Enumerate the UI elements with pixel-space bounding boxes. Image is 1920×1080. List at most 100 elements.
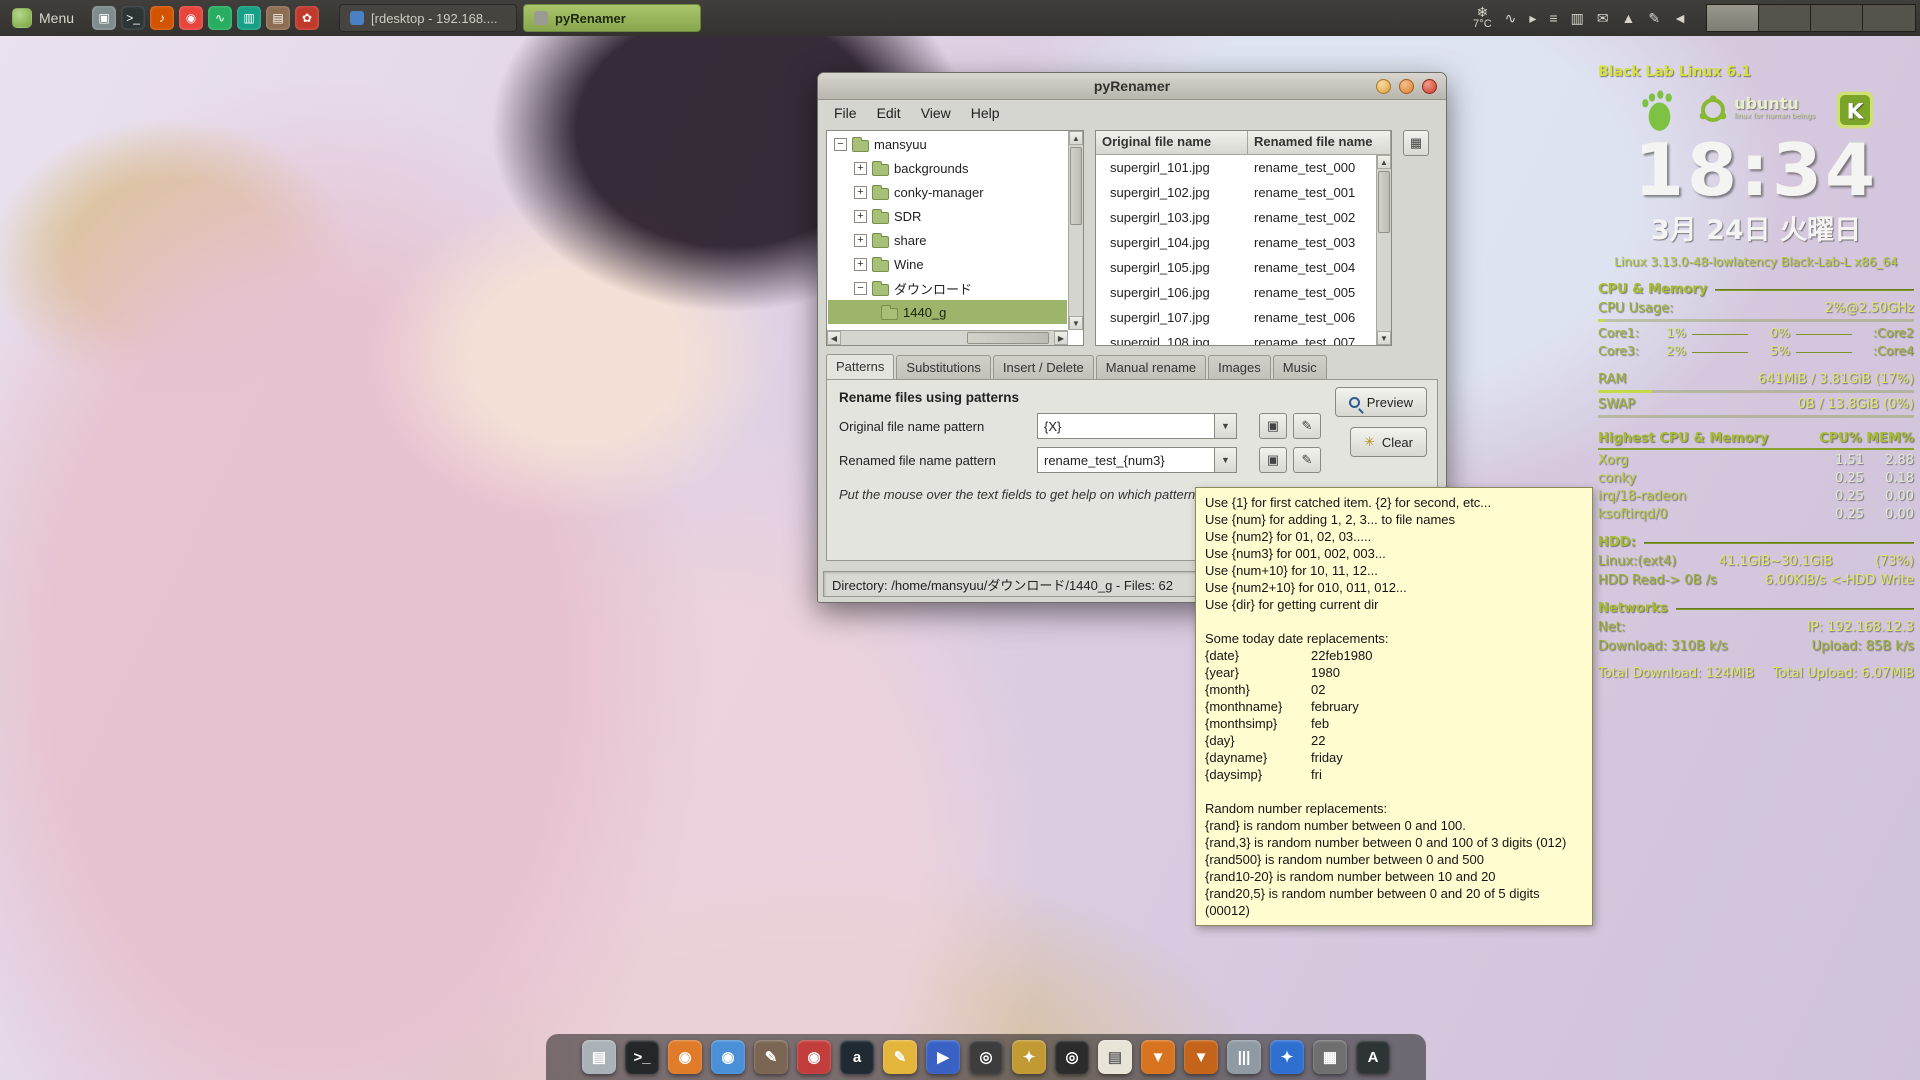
pattern-save-button[interactable]: ▣	[1259, 447, 1287, 473]
firefox-icon[interactable]: ◉	[668, 1040, 702, 1074]
tree-row[interactable]: −ダウンロード	[828, 276, 1067, 300]
resource-graph-icon[interactable]: ▥	[1571, 10, 1584, 27]
scroll-down-icon[interactable]: ▼	[1069, 316, 1083, 330]
clear-button[interactable]: ✳ Clear	[1350, 427, 1427, 457]
combo-arrow-icon[interactable]: ▼	[1215, 413, 1237, 439]
scroll-up-icon[interactable]: ▲	[1069, 131, 1083, 145]
tab-insert-delete[interactable]: Insert / Delete	[993, 355, 1094, 380]
print-manager-icon[interactable]: ▤	[582, 1040, 616, 1074]
workspace-2[interactable]	[1759, 5, 1811, 31]
file-row[interactable]: supergirl_107.jpgrename_test_006	[1096, 305, 1376, 330]
file-row[interactable]: supergirl_106.jpgrename_test_005	[1096, 280, 1376, 305]
raspberry-pi-icon[interactable]: ✿	[295, 6, 319, 30]
tree-row[interactable]: 1440_g	[828, 300, 1067, 324]
menu-button[interactable]: Menu	[0, 0, 86, 36]
tab-substitutions[interactable]: Substitutions	[896, 355, 990, 380]
scroll-down-icon[interactable]: ▼	[1377, 331, 1391, 345]
column-options-button[interactable]: ▦	[1403, 130, 1429, 156]
taskbar-button[interactable]: pyRenamer	[523, 4, 701, 32]
renamed-pattern-input[interactable]	[1037, 447, 1215, 473]
workspace-4[interactable]	[1863, 5, 1915, 31]
terminal-icon[interactable]: >_	[625, 1040, 659, 1074]
pattern-edit-button[interactable]: ✎	[1293, 447, 1321, 473]
combo-arrow-icon[interactable]: ▼	[1215, 447, 1237, 473]
pattern-save-button[interactable]: ▣	[1259, 413, 1287, 439]
tree-row[interactable]: +share	[828, 228, 1067, 252]
terminal-icon[interactable]: >_	[121, 6, 145, 30]
original-pattern-input[interactable]	[1037, 413, 1215, 439]
tree-row[interactable]: −mansyuu	[828, 132, 1067, 156]
eject-icon[interactable]: ▲	[1622, 10, 1636, 26]
usb-writer-2-icon[interactable]: ▼	[1184, 1040, 1218, 1074]
oscilloscope-icon[interactable]: ▥	[237, 6, 261, 30]
file-row[interactable]: supergirl_101.jpgrename_test_000	[1096, 155, 1376, 180]
tree-row[interactable]: +SDR	[828, 204, 1067, 228]
translator-icon[interactable]: A	[1356, 1040, 1390, 1074]
expander-plus-icon[interactable]: +	[854, 210, 867, 223]
file-row[interactable]: supergirl_102.jpgrename_test_001	[1096, 180, 1376, 205]
close-button[interactable]	[1422, 79, 1437, 94]
app-grid-icon[interactable]: ▦	[1313, 1040, 1347, 1074]
tab-manual-rename[interactable]: Manual rename	[1096, 355, 1206, 380]
tree-row[interactable]: +conky-manager	[828, 180, 1067, 204]
tree-horizontal-scrollbar[interactable]: ◀ ▶	[827, 330, 1068, 345]
mail-icon[interactable]: ✉	[1597, 10, 1609, 27]
usb-writer-icon[interactable]: ▼	[1141, 1040, 1175, 1074]
notifier-icon[interactable]: ▸	[1529, 10, 1536, 27]
file-row[interactable]: supergirl_108.jpgrename_test_007	[1096, 330, 1376, 345]
pulse-monitor-icon[interactable]: ∿	[1505, 10, 1517, 27]
workspace-1[interactable]	[1707, 5, 1759, 31]
tab-music[interactable]: Music	[1273, 355, 1327, 380]
menu-help[interactable]: Help	[961, 102, 1010, 124]
menu-edit[interactable]: Edit	[867, 102, 911, 124]
preview-button[interactable]: Preview	[1335, 387, 1427, 417]
file-row[interactable]: supergirl_105.jpgrename_test_004	[1096, 255, 1376, 280]
tree-hscroll-thumb[interactable]	[967, 332, 1049, 344]
titlebar[interactable]: pyRenamer	[818, 73, 1446, 100]
equalizer-icon[interactable]: |||	[1227, 1040, 1261, 1074]
scroll-up-icon[interactable]: ▲	[1377, 155, 1391, 169]
weather-snow-icon[interactable]: ❄7°C	[1473, 6, 1491, 30]
tablet-pen-icon[interactable]: ✎	[1648, 10, 1660, 27]
column-renamed-file-name[interactable]: Renamed file name	[1248, 131, 1391, 155]
expander-plus-icon[interactable]: +	[854, 162, 867, 175]
media-app-icon[interactable]: ♪	[150, 6, 174, 30]
pattern-edit-button[interactable]: ✎	[1293, 413, 1321, 439]
tree-row[interactable]: +backgrounds	[828, 156, 1067, 180]
volume-icon[interactable]: ◄	[1673, 10, 1687, 26]
notes-app-icon[interactable]: ▤	[1098, 1040, 1132, 1074]
chrome-icon[interactable]: ◉	[711, 1040, 745, 1074]
expander-plus-icon[interactable]: +	[854, 186, 867, 199]
column-original-file-name[interactable]: Original file name	[1096, 131, 1248, 155]
print-tool-icon[interactable]: ▤	[266, 6, 290, 30]
disc-burner-icon[interactable]: ◎	[1055, 1040, 1089, 1074]
download-manager-icon[interactable]: ✦	[1270, 1040, 1304, 1074]
taskbar-button[interactable]: [rdesktop - 192.168....	[339, 4, 517, 32]
list-vertical-scrollbar[interactable]: ▲ ▼	[1376, 155, 1391, 345]
minimize-button[interactable]	[1376, 79, 1391, 94]
image-editor-icon[interactable]: ✎	[754, 1040, 788, 1074]
camera-app-icon[interactable]: ◎	[969, 1040, 1003, 1074]
workspace-3[interactable]	[1811, 5, 1863, 31]
tab-patterns[interactable]: Patterns	[826, 354, 894, 381]
amarok-icon[interactable]: a	[840, 1040, 874, 1074]
tree-vscroll-thumb[interactable]	[1070, 147, 1082, 225]
maximize-button[interactable]	[1399, 79, 1414, 94]
menu-list-icon[interactable]: ≡	[1549, 10, 1557, 26]
scroll-left-icon[interactable]: ◀	[827, 331, 841, 345]
scroll-right-icon[interactable]: ▶	[1054, 331, 1068, 345]
tree-vertical-scrollbar[interactable]: ▲ ▼	[1068, 131, 1083, 330]
menu-view[interactable]: View	[911, 102, 961, 124]
screenshot-eye-icon[interactable]: ◉	[797, 1040, 831, 1074]
expander-plus-icon[interactable]: +	[854, 234, 867, 247]
text-editor-icon[interactable]: ✎	[883, 1040, 917, 1074]
expander-minus-icon[interactable]: −	[834, 138, 847, 151]
system-monitor-icon[interactable]: ∿	[208, 6, 232, 30]
expander-plus-icon[interactable]: +	[854, 258, 867, 271]
tree-row[interactable]: +Wine	[828, 252, 1067, 276]
file-row[interactable]: supergirl_104.jpgrename_test_003	[1096, 230, 1376, 255]
awards-app-icon[interactable]: ✦	[1012, 1040, 1046, 1074]
list-vscroll-thumb[interactable]	[1378, 171, 1390, 233]
chrome-icon[interactable]: ◉	[179, 6, 203, 30]
video-player-icon[interactable]: ▶	[926, 1040, 960, 1074]
